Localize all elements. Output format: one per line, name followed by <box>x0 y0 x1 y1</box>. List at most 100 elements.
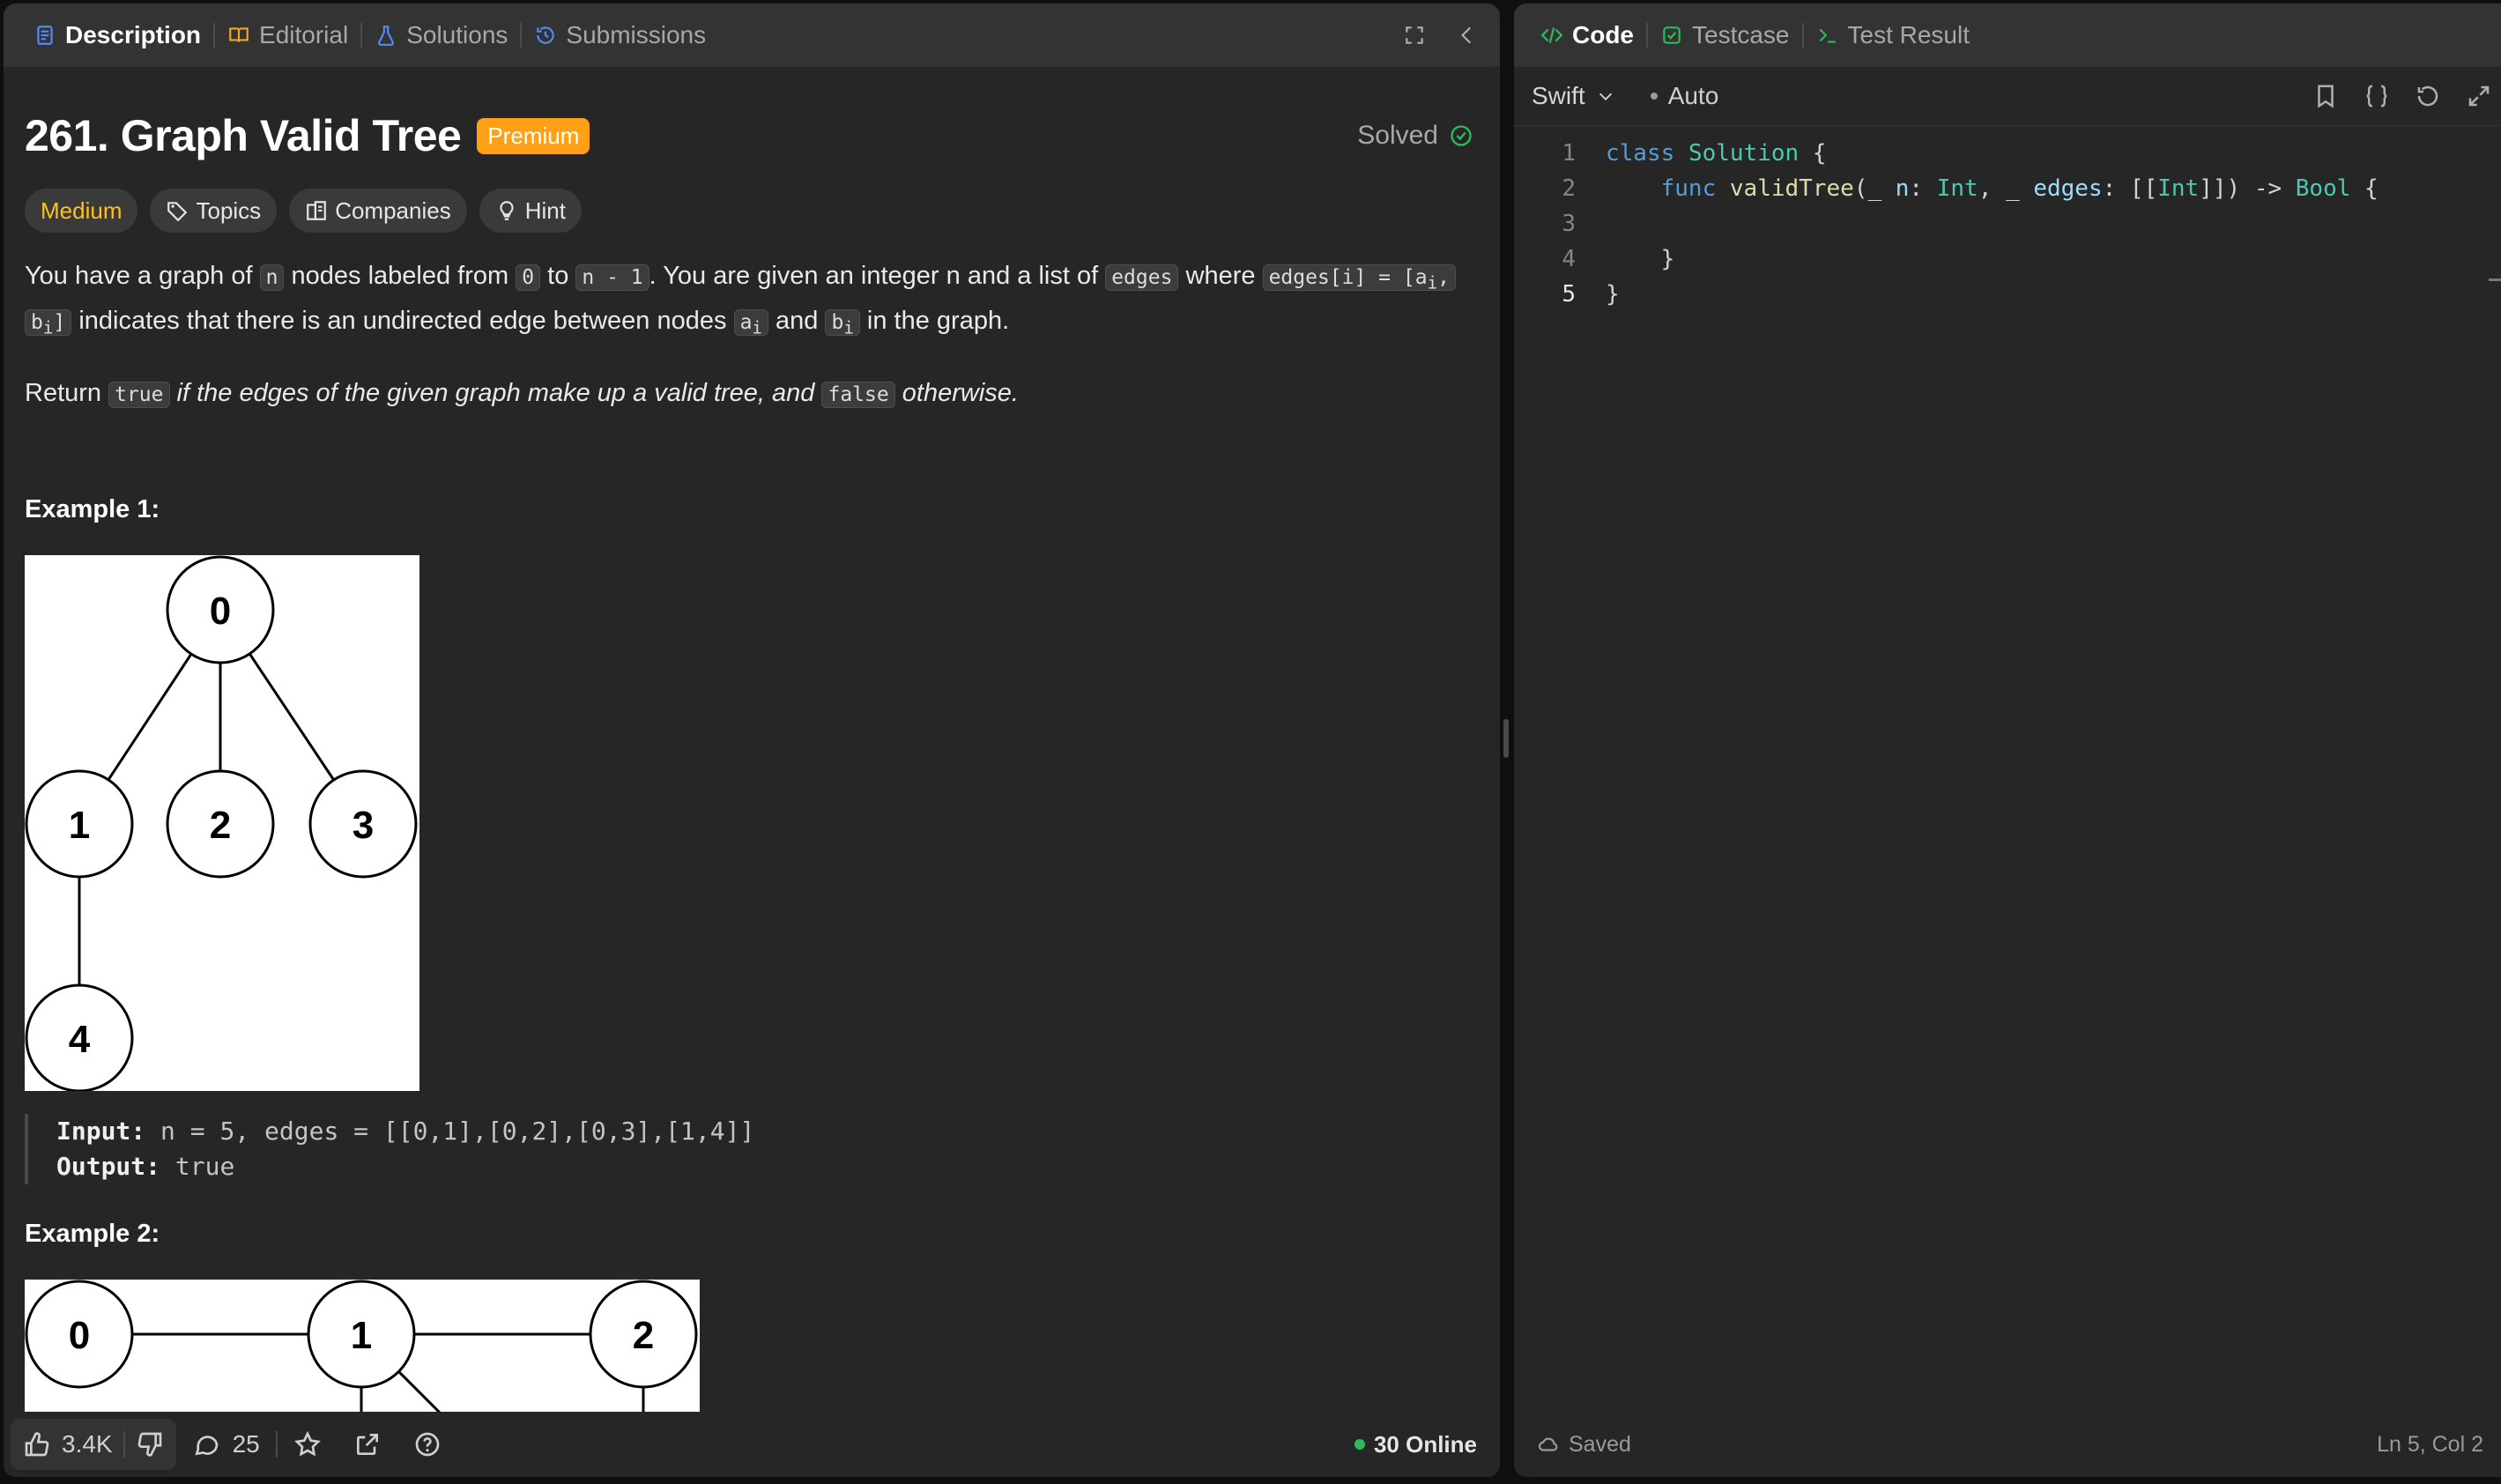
example-1-graph-image: 0 1 2 3 4 <box>25 555 419 1091</box>
difficulty-label: Medium <box>41 197 122 224</box>
language-label: Swift <box>1532 82 1585 109</box>
panel-resize-handle[interactable] <box>1503 719 1509 758</box>
topics-chip[interactable]: Topics <box>150 189 278 233</box>
code-line: 2 func validTree (_ n: Int, _ edges: [[In… <box>1562 175 2379 202</box>
tab-submissions[interactable]: Submissions <box>522 4 718 67</box>
description-paragraph: You have a graph of n nodes labeled from… <box>25 257 1470 346</box>
editor-footer: Saved Ln 5, Col 2 <box>1514 1412 2501 1477</box>
tab-editorial[interactable]: Editorial <box>215 4 360 67</box>
checkbox-icon <box>1663 26 1681 44</box>
problem-title: 261. Graph Valid Tree <box>25 111 462 160</box>
description-paragraph: Return true if the edges of the given gr… <box>25 379 1019 409</box>
chip-label: Topics <box>196 197 262 224</box>
problem-description: You have a graph of n nodes labeled from… <box>25 257 1470 441</box>
tab-label: Submissions <box>566 21 707 48</box>
tab-label: Solutions <box>406 21 508 48</box>
code-line: 4 } <box>1562 246 1675 272</box>
likes-count: 3.4K <box>62 1430 113 1458</box>
check-circle-icon <box>1451 125 1472 146</box>
language-select[interactable]: Swift <box>1532 82 1615 110</box>
left-tabbar: Description Editorial Solutions Submissi… <box>4 4 1500 67</box>
collapse-left-icon[interactable] <box>1456 24 1479 47</box>
graph-node-label: 0 <box>69 1314 90 1357</box>
solved-status: Solved <box>1357 121 1473 151</box>
output-value: true <box>174 1152 235 1181</box>
fullscreen-icon[interactable] <box>1403 24 1426 47</box>
book-icon <box>229 27 249 42</box>
vote-group: 3.4K <box>11 1419 176 1470</box>
auto-mode-toggle[interactable]: Auto <box>1650 82 1719 110</box>
thumbs-up-icon[interactable] <box>23 1430 51 1458</box>
input-value: n = 5, edges = [[0,1],[0,2],[0,3],[1,4]] <box>160 1117 755 1146</box>
example-1-io: Input: n = 5, edges = [[0,1],[0,2],[0,3]… <box>25 1114 754 1184</box>
help-icon <box>415 1432 440 1457</box>
bookmark-icon[interactable] <box>2312 83 2339 109</box>
output-label: Output: <box>56 1152 161 1181</box>
tab-code[interactable]: Code <box>1528 4 1646 67</box>
code-line: 5} <box>1562 281 1620 308</box>
expand-icon[interactable] <box>2466 83 2492 109</box>
scrollbar-marker <box>2489 278 2501 281</box>
auto-dot <box>1650 93 1658 100</box>
online-indicator: 30 Online <box>1354 1431 1500 1458</box>
favorite-button[interactable] <box>278 1430 338 1458</box>
lightbulb-icon <box>500 201 514 220</box>
example-2-graph-image: 0 1 2 <box>25 1280 700 1414</box>
right-tabbar: Code Testcase Test Result <box>1514 4 2501 67</box>
code-icon <box>1540 27 1563 43</box>
code-line: 3 <box>1562 211 1576 237</box>
code-panel: Code Testcase Test Result Swift Auto 1 c… <box>1514 4 2501 1477</box>
tab-label: Test Result <box>1847 21 1970 48</box>
tab-label: Testcase <box>1692 21 1790 48</box>
auto-label: Auto <box>1667 82 1719 109</box>
graph-node-label: 4 <box>69 1018 91 1061</box>
comments-count: 25 <box>232 1430 260 1458</box>
terminal-icon <box>1819 28 1836 43</box>
braces-icon[interactable] <box>2364 83 2390 109</box>
graph-node-label: 1 <box>69 804 90 847</box>
example-1-heading: Example 1: <box>25 495 160 523</box>
graph-node-label: 2 <box>210 804 231 847</box>
input-label: Input: <box>56 1117 146 1146</box>
cursor-position: Ln 5, Col 2 <box>2377 1431 2483 1457</box>
chip-label: Companies <box>335 197 451 224</box>
chip-label: Hint <box>524 197 566 224</box>
tab-label: Description <box>65 21 202 48</box>
reset-icon[interactable] <box>2415 83 2441 109</box>
vote-separator <box>122 1431 125 1458</box>
graph-node-label: 0 <box>210 590 231 633</box>
tab-label: Code <box>1572 21 1634 48</box>
companies-chip[interactable]: Companies <box>289 189 467 233</box>
graph-node-label: 1 <box>351 1314 372 1357</box>
online-count: 30 Online <box>1373 1430 1477 1458</box>
share-button[interactable] <box>338 1430 397 1458</box>
tab-solutions[interactable]: Solutions <box>362 4 520 67</box>
example-2-heading: Example 2: <box>25 1220 160 1248</box>
code-line: 1 class Solution { <box>1562 140 1827 167</box>
code-editor[interactable]: 1 class Solution { 2 func validTree (_ n: … <box>1514 136 2501 312</box>
graph-node-label: 3 <box>353 804 374 847</box>
hint-chip[interactable]: Hint <box>479 189 582 233</box>
building-icon <box>307 201 327 220</box>
tab-label: Editorial <box>259 21 349 48</box>
tab-description[interactable]: Description <box>21 4 213 67</box>
description-panel: Description Editorial Solutions Submissi… <box>4 4 1500 1477</box>
tab-testcase[interactable]: Testcase <box>1648 4 1802 67</box>
premium-badge: Premium <box>477 117 590 154</box>
solved-label: Solved <box>1357 121 1438 150</box>
document-icon <box>37 26 53 45</box>
graph-node-label: 2 <box>633 1314 654 1357</box>
online-dot <box>1354 1439 1365 1450</box>
star-icon <box>293 1430 321 1457</box>
tab-test-result[interactable]: Test Result <box>1804 4 1983 67</box>
description-footer: 3.4K 25 30 Online <box>4 1412 1500 1477</box>
flask-icon <box>378 26 395 46</box>
thumbs-down-icon[interactable] <box>136 1430 164 1458</box>
chevron-down-icon <box>1599 93 1612 100</box>
difficulty-badge: Medium <box>25 189 138 233</box>
comment-icon <box>195 1436 218 1456</box>
help-button[interactable] <box>397 1430 457 1458</box>
comments-button[interactable]: 25 <box>176 1430 276 1458</box>
history-icon <box>537 26 555 44</box>
share-icon <box>356 1434 378 1455</box>
